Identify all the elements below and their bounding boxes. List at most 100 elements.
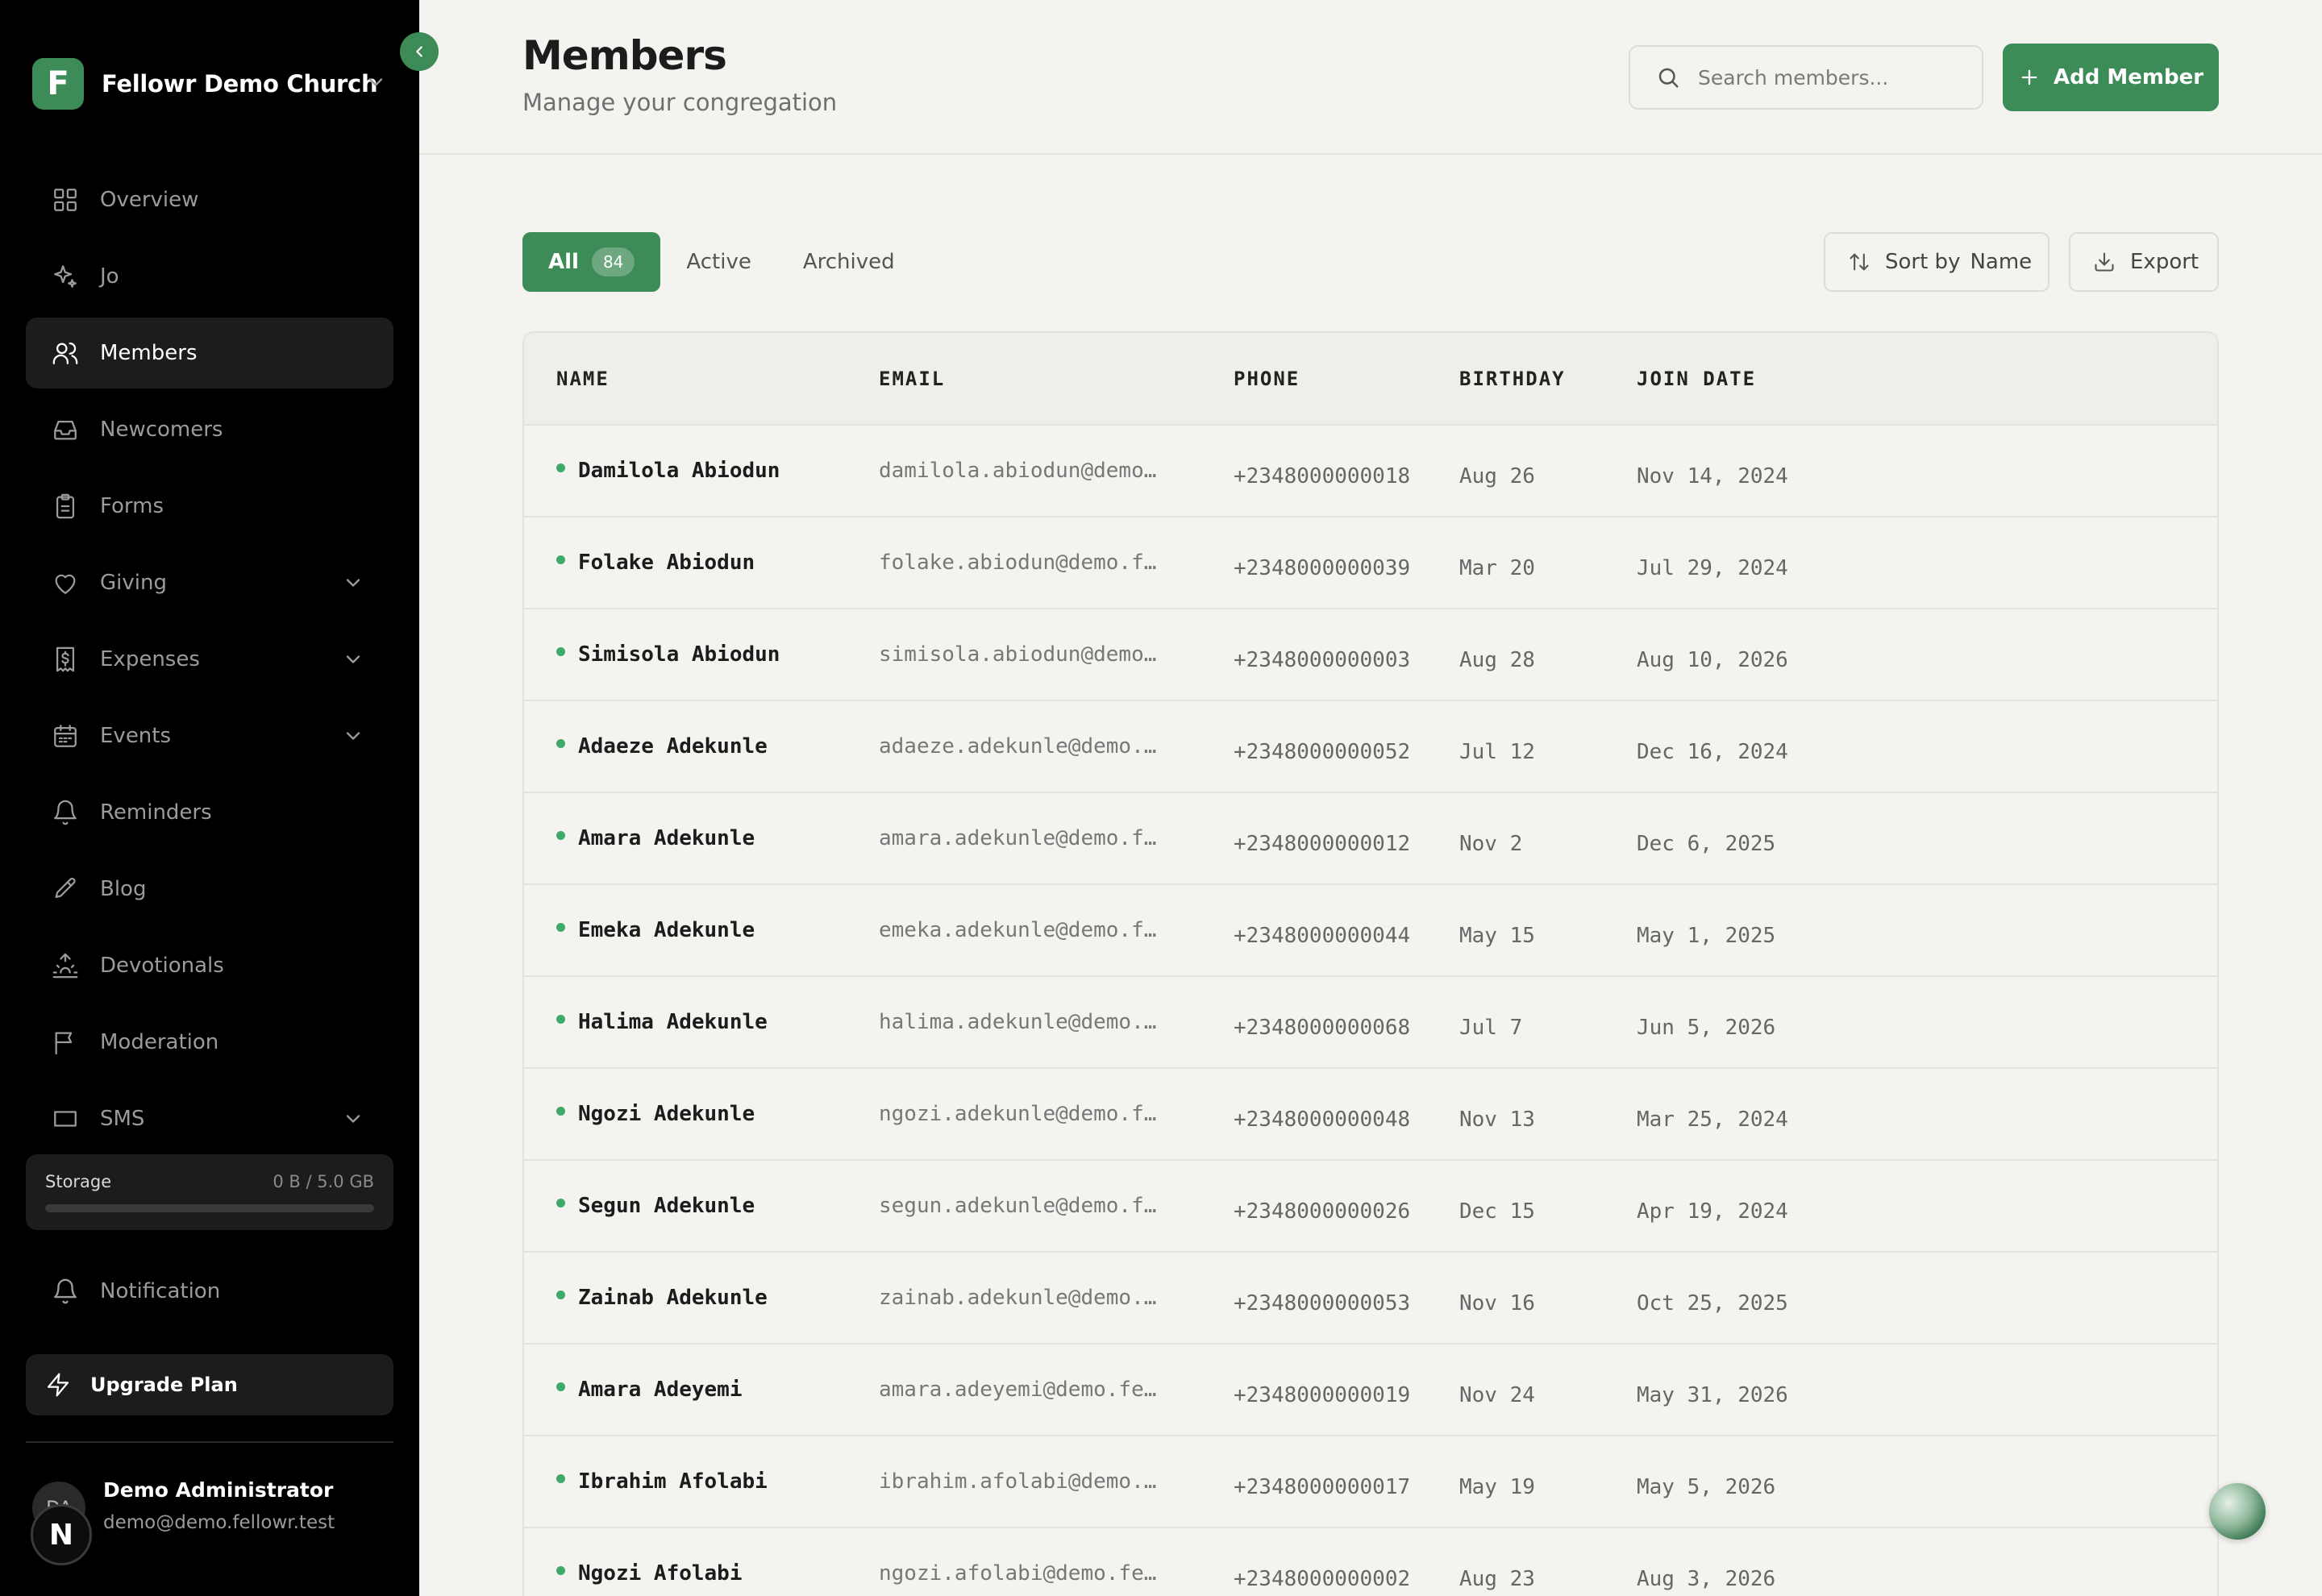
search-input[interactable] xyxy=(1698,65,1964,89)
status-dot xyxy=(556,647,565,656)
table-row[interactable]: Adaeze Adekunle adaeze.adekunle@demo.f… +2… xyxy=(524,700,2217,792)
member-email: amara.adeyemi@demo.fel… xyxy=(879,1378,1169,1403)
member-join-date: Dec 16, 2024 xyxy=(1637,740,1788,764)
status-dot xyxy=(556,739,565,748)
column-header-join-date[interactable]: JOIN DATE xyxy=(1637,333,2217,426)
member-email: folake.abiodun@demo.fe… xyxy=(879,551,1169,576)
member-name-cell: Ngozi Adekunle xyxy=(524,1068,879,1160)
member-phone: +2348000000017 xyxy=(1234,1475,1411,1499)
storage-panel: Storage 0 B / 5.0 GB xyxy=(26,1154,393,1230)
search-box[interactable] xyxy=(1629,45,1983,110)
sidebar: F Fellowr Demo Church Overview Jo Members N… xyxy=(0,0,419,1596)
member-name: Simisola Abiodun xyxy=(578,642,780,667)
sidebar-item-events[interactable]: Events xyxy=(26,700,393,771)
table-row[interactable]: Ngozi Afolabi ngozi.afolabi@demo.fel… +234… xyxy=(524,1527,2217,1596)
sidebar-item-jo[interactable]: Jo xyxy=(26,241,393,312)
chevron-down-icon[interactable] xyxy=(342,1108,364,1130)
sidebar-item-forms[interactable]: Forms xyxy=(26,471,393,542)
sidebar-item-moderation[interactable]: Moderation xyxy=(26,1007,393,1078)
storage-value: 0 B / 5.0 GB xyxy=(273,1172,374,1191)
add-member-button[interactable]: Add Member xyxy=(2003,44,2219,111)
upgrade-plan-button[interactable]: Upgrade Plan xyxy=(26,1354,393,1415)
plus-icon xyxy=(2018,66,2041,89)
member-name: Amara Adekunle xyxy=(578,826,755,850)
sidebar-item-blog[interactable]: Blog xyxy=(26,854,393,925)
member-join-date: Jul 29, 2024 xyxy=(1637,556,1788,580)
sidebar-item-devotionals[interactable]: Devotionals xyxy=(26,930,393,1001)
n-badge-icon[interactable]: N xyxy=(31,1504,92,1565)
member-email: emeka.adekunle@demo.fe… xyxy=(879,918,1169,943)
member-join-date: May 1, 2025 xyxy=(1637,924,1776,948)
member-name-cell: Emeka Adekunle xyxy=(524,884,879,976)
sidebar-item-expenses[interactable]: Expenses xyxy=(26,624,393,695)
table-row[interactable]: Ngozi Adekunle ngozi.adekunle@demo.fe… +23… xyxy=(524,1068,2217,1160)
table-row[interactable]: Emeka Adekunle emeka.adekunle@demo.fe… +23… xyxy=(524,884,2217,976)
sidebar-item-reminders[interactable]: Reminders xyxy=(26,777,393,848)
tab-active[interactable]: Active xyxy=(660,232,776,292)
member-name: Damilola Abiodun xyxy=(578,459,780,483)
member-name-cell: Halima Adekunle xyxy=(524,976,879,1068)
member-email: halima.adekunle@demo.f… xyxy=(879,1010,1169,1035)
member-birthday: Jul 7 xyxy=(1459,1016,1523,1040)
chevron-down-icon[interactable] xyxy=(342,648,364,671)
sidebar-item-giving[interactable]: Giving xyxy=(26,547,393,618)
user-menu[interactable]: DA N Demo Administrator demo@demo.fellow… xyxy=(31,1473,387,1570)
chevron-down-icon[interactable] xyxy=(364,71,387,94)
table-header-row: NAME EMAIL PHONE BIRTHDAY JOIN DATE xyxy=(524,333,2217,426)
table-row[interactable]: Amara Adekunle amara.adekunle@demo.fe… +23… xyxy=(524,792,2217,884)
user-name: Demo Administrator xyxy=(103,1478,334,1502)
flag-icon xyxy=(52,1029,79,1056)
message-icon xyxy=(52,1105,79,1133)
table-row[interactable]: Ibrahim Afolabi ibrahim.afolabi@demo.f… +2… xyxy=(524,1436,2217,1527)
column-header-birthday[interactable]: BIRTHDAY xyxy=(1459,333,1637,426)
sidebar-item-newcomers[interactable]: Newcomers xyxy=(26,394,393,465)
member-phone: +2348000000053 xyxy=(1234,1291,1411,1315)
member-email-cell: ibrahim.afolabi@demo.f… xyxy=(879,1436,1234,1527)
page-title: Members xyxy=(522,32,727,79)
assistant-orb-button[interactable] xyxy=(2209,1483,2266,1540)
export-button[interactable]: Export xyxy=(2069,232,2219,292)
sidebar-item-members[interactable]: Members xyxy=(26,318,393,389)
sidebar-item-label: SMS xyxy=(100,1107,145,1131)
table-row[interactable]: Zainab Adekunle zainab.adekunle@demo.f… +2… xyxy=(524,1252,2217,1344)
notification-button[interactable]: Notification xyxy=(26,1257,393,1325)
storage-label: Storage xyxy=(45,1172,112,1191)
table-row[interactable]: Halima Adekunle halima.adekunle@demo.f… +2… xyxy=(524,976,2217,1068)
member-email: ngozi.adekunle@demo.fe… xyxy=(879,1102,1169,1127)
member-email: adaeze.adekunle@demo.f… xyxy=(879,734,1169,759)
member-phone: +2348000000019 xyxy=(1234,1383,1411,1407)
member-name: Amara Adeyemi xyxy=(578,1378,743,1402)
member-join-date: Nov 14, 2024 xyxy=(1637,464,1788,488)
table-row[interactable]: Folake Abiodun folake.abiodun@demo.fe… +23… xyxy=(524,517,2217,609)
table-row[interactable]: Damilola Abiodun damilola.abiodun@demo.… +… xyxy=(524,425,2217,517)
sidebar-item-sms[interactable]: SMS xyxy=(26,1083,393,1148)
member-name-cell: Segun Adekunle xyxy=(524,1160,879,1252)
page-subtitle: Manage your congregation xyxy=(522,89,838,116)
sidebar-item-overview[interactable]: Overview xyxy=(26,164,393,235)
sidebar-nav: Overview Jo Members Newcomers Forms Giving Exp… xyxy=(26,164,393,1148)
chevron-down-icon[interactable] xyxy=(342,571,364,594)
collapse-sidebar-button[interactable] xyxy=(400,32,439,71)
table-row[interactable]: Simisola Abiodun simisola.abiodun@demo.… +… xyxy=(524,609,2217,700)
sort-button[interactable]: Sort by Name xyxy=(1824,232,2049,292)
tab-archived[interactable]: Archived xyxy=(777,232,921,292)
member-name-cell: Amara Adeyemi xyxy=(524,1344,879,1436)
search-icon xyxy=(1656,65,1680,89)
tab-all[interactable]: All 84 xyxy=(522,232,661,292)
table-row[interactable]: Amara Adeyemi amara.adeyemi@demo.fel… +234… xyxy=(524,1344,2217,1436)
table-body: Damilola Abiodun damilola.abiodun@demo.… +… xyxy=(524,425,2217,1596)
chevron-down-icon[interactable] xyxy=(342,725,364,747)
member-join-date: Dec 6, 2025 xyxy=(1637,832,1776,856)
member-email: ibrahim.afolabi@demo.f… xyxy=(879,1469,1169,1494)
add-member-label: Add Member xyxy=(2053,65,2204,89)
sidebar-item-label: Reminders xyxy=(100,800,212,825)
workspace-name: Fellowr Demo Church xyxy=(102,70,378,98)
column-header-email[interactable]: EMAIL xyxy=(879,333,1234,426)
sort-label: Sort by xyxy=(1885,250,1961,274)
member-name: Ngozi Afolabi xyxy=(578,1561,743,1586)
column-header-phone[interactable]: PHONE xyxy=(1234,333,1459,426)
table-row[interactable]: Segun Adekunle segun.adekunle@demo.fe… +23… xyxy=(524,1160,2217,1252)
storage-progress-bar xyxy=(45,1204,374,1212)
column-header-name[interactable]: NAME xyxy=(524,333,879,426)
workspace-switcher[interactable]: F Fellowr Demo Church xyxy=(32,58,378,110)
